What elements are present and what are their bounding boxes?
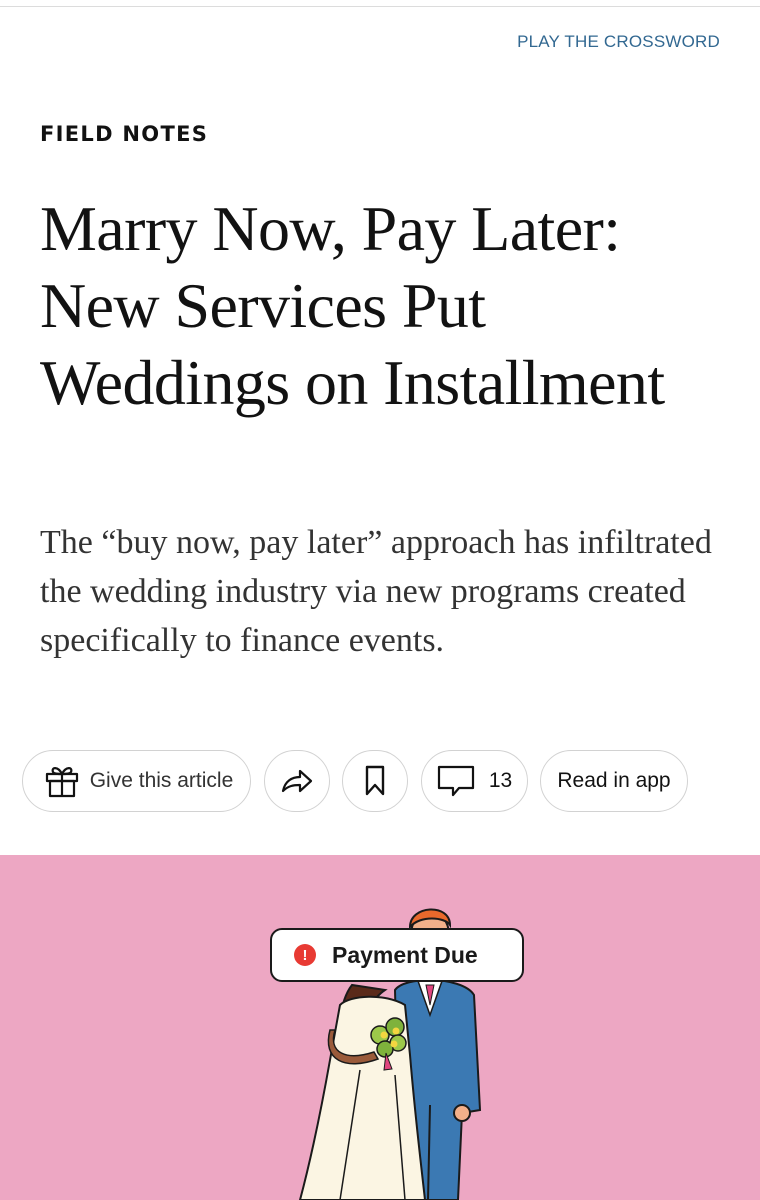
share-button[interactable] [264,750,330,812]
gift-icon [44,764,80,798]
alert-icon: ! [294,944,316,966]
section-kicker[interactable]: FIELD NOTES [40,122,208,146]
save-article-button[interactable] [342,750,408,812]
read-in-app-button[interactable]: Read in app [540,750,688,812]
wedding-couple-illustration [298,908,482,1200]
article-illustration [0,855,760,1200]
comment-count: 13 [488,769,513,792]
share-icon [280,768,314,794]
payment-due-badge: ! Payment Due [270,928,524,982]
play-crossword-link[interactable]: PLAY THE CROSSWORD [517,32,720,52]
comments-button[interactable]: 13 [421,750,528,812]
payment-due-label: Payment Due [332,941,478,968]
give-article-button[interactable]: Give this article [22,750,251,812]
article-headline: Marry Now, Pay Later: New Services Put W… [40,193,665,418]
top-divider [0,6,760,7]
give-article-label: Give this article [89,769,234,792]
comment-icon [437,764,475,798]
bookmark-icon [364,765,386,797]
read-in-app-label: Read in app [557,769,671,792]
article-summary: The “buy now, pay later” approach has in… [40,524,712,659]
